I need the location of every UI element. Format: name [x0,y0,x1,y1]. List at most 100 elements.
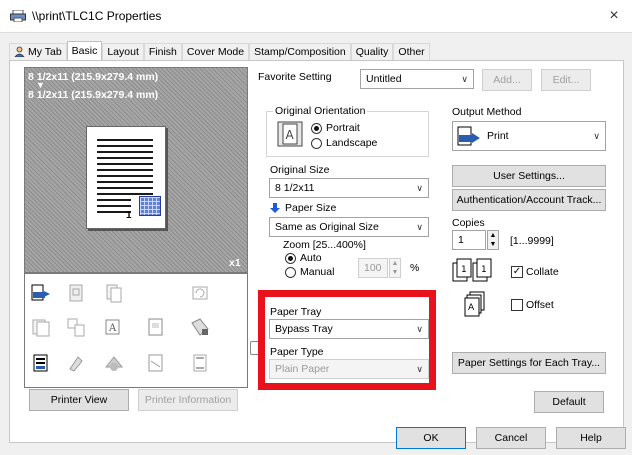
authentication-button[interactable]: Authentication/Account Track... [452,189,606,211]
rotate-icon[interactable] [190,283,210,303]
collate-icon: 11 [452,258,492,282]
tab-label: Finish [148,46,177,58]
collate-checkbox[interactable]: ✓ [511,266,523,278]
cancel-button[interactable]: Cancel [476,427,546,449]
landscape-radio[interactable] [311,138,322,149]
edit-label: Edit... [552,74,580,86]
paper-settings-each-tray-button[interactable]: Paper Settings for Each Tray... [452,352,606,374]
output-method-value: Print [487,130,509,142]
original-size-value: 8 1/2x11 [275,182,315,194]
user-settings-label: User Settings... [493,170,565,182]
svg-text:1: 1 [481,265,487,275]
add-label: Add... [493,74,521,86]
edit-button[interactable]: Edit... [541,69,591,91]
zoom-label: Zoom [25...400%] [283,239,366,251]
favorite-setting-select[interactable]: Untitled ∨ [360,69,474,89]
original-size-select[interactable]: 8 1/2x11 ∨ [269,178,429,198]
preview-original-size: 8 1/2x11 (215.9x279.4 mm) [28,71,159,83]
svg-text:A: A [286,128,295,142]
help-button[interactable]: Help [556,427,626,449]
tab-stamp-composition[interactable]: Stamp/Composition [249,43,351,61]
zoom-auto-label: Auto [300,252,322,264]
text-layout-icon[interactable]: A [104,317,124,337]
portrait-label: Portrait [326,122,360,134]
offset-checkbox[interactable] [511,299,523,311]
tab-other[interactable]: Other [393,43,430,61]
chevron-down-icon: ∨ [416,222,423,232]
printer-view-button[interactable]: Printer View [29,389,129,411]
portrait-radio[interactable] [311,123,322,134]
tab-layout[interactable]: Layout [102,43,144,61]
highlight-box [258,290,436,390]
printer-view-label: Printer View [50,394,108,406]
zoom-value-field[interactable]: 100 [358,258,388,278]
svg-text:A: A [468,303,475,313]
copies-field[interactable]: 1 [452,230,486,250]
copies-label: Copies [452,217,485,229]
print-output-icon[interactable] [31,283,51,303]
cancel-label: Cancel [494,432,528,444]
stamp-icon[interactable] [66,353,86,373]
authentication-label: Authentication/Account Track... [456,194,602,206]
zoom-spinner[interactable]: ▲ ▼ [389,258,401,278]
collate-label: Collate [526,266,559,278]
paper-settings-each-tray-label: Paper Settings for Each Tray... [457,357,601,369]
ok-button[interactable]: OK [396,427,466,449]
person-icon [14,46,25,57]
zoom-manual-radio[interactable] [285,267,296,278]
tab-my-tab[interactable]: My Tab [9,43,67,61]
tab-label: Basic [71,45,98,57]
preview-copies-badge: x1 [229,257,241,269]
portrait-page-icon: A [277,121,303,147]
lock-doc-icon[interactable] [190,317,210,337]
offset-icon: A [464,291,485,317]
function-icon-grid [24,273,248,388]
zoom-manual-label: Manual [300,266,335,278]
default-button[interactable]: Default [534,391,604,413]
booklet-icon[interactable] [66,283,86,303]
tab-finish[interactable]: Finish [143,43,182,61]
document-icon[interactable] [146,317,166,337]
tab-label: Stamp/Composition [254,46,346,58]
copies-range: [1...9999] [510,235,554,247]
tab-label: Layout [107,46,139,58]
landscape-label: Landscape [326,137,378,149]
tab-strip: My Tab Basic Layout Finish Cover Mode St… [9,41,430,61]
paper-size-select[interactable]: Same as Original Size ∨ [269,217,429,237]
original-orientation-label: Original Orientation [273,105,368,117]
overlay-icon[interactable] [104,353,124,373]
close-icon[interactable]: × [604,6,624,26]
tab-label: Other [398,46,425,58]
combine-icon[interactable] [66,317,86,337]
zoom-auto-radio[interactable] [285,253,296,264]
staple-icon[interactable] [31,317,51,337]
preview-paper-size: 8 1/2x11 (215.9x279.4 mm) [28,89,159,101]
duplex-icon[interactable] [104,283,124,303]
printer-icon [10,10,26,22]
paper-size-label: Paper Size [285,202,337,214]
zoom-value: 100 [364,262,382,274]
tab-quality[interactable]: Quality [350,43,394,61]
tab-label: My Tab [28,46,62,58]
favorite-setting-label: Favorite Setting [258,71,332,83]
original-size-label: Original Size [270,164,330,176]
user-settings-button[interactable]: User Settings... [452,165,606,187]
tab-basic[interactable]: Basic [66,41,103,61]
chevron-down-icon: ∨ [416,183,423,193]
cover-page-icon[interactable] [31,353,51,373]
tab-label: Cover Mode [186,46,245,58]
preview-tray-number: 1 [126,210,132,221]
default-label: Default [552,396,586,408]
add-button[interactable]: Add... [482,69,532,91]
header-footer-icon[interactable] [190,353,210,373]
paper-size-value: Same as Original Size [275,221,379,233]
printer-information-label: Printer Information [144,394,232,406]
print-output-icon [457,126,480,146]
watermark-icon[interactable] [146,353,166,373]
copies-spinner[interactable]: ▲ ▼ [487,230,499,250]
output-method-label: Output Method [452,106,522,118]
tab-cover-mode[interactable]: Cover Mode [181,43,250,61]
preview-tray-indicator [139,196,161,216]
arrow-down-icon [270,203,280,213]
printer-information-button[interactable]: Printer Information [138,389,238,411]
